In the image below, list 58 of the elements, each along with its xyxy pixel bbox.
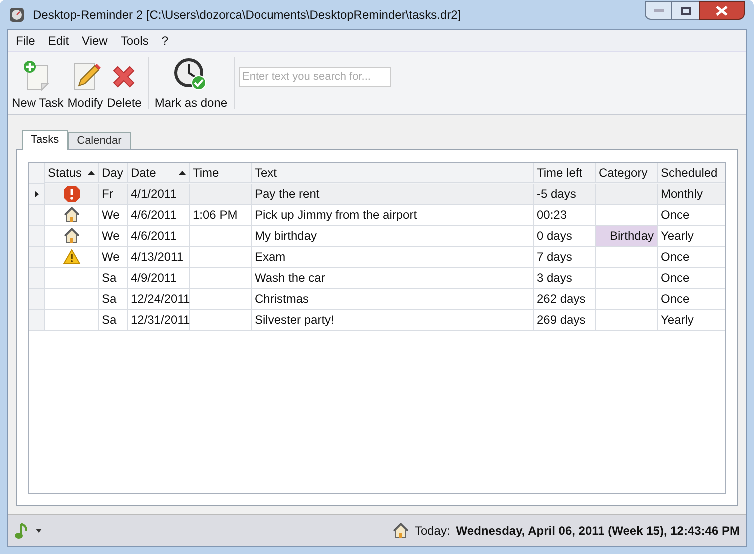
row-header-cell bbox=[29, 226, 45, 247]
row-header-cell bbox=[29, 205, 45, 226]
table-cell: Sa bbox=[99, 310, 128, 331]
menu-item[interactable]: View bbox=[77, 32, 113, 50]
column-header[interactable]: Time bbox=[190, 163, 252, 183]
tab[interactable]: Tasks bbox=[22, 130, 68, 150]
menu-item[interactable]: File bbox=[11, 32, 40, 50]
row-header-cell bbox=[29, 247, 45, 268]
toolbar-button[interactable]: Modify bbox=[66, 54, 106, 112]
menu-item[interactable]: Tools bbox=[116, 32, 154, 50]
toolbar-button[interactable]: New Task bbox=[10, 54, 66, 112]
task-row[interactable]: Sa 4/9/2011 Wash the car 3 days Once bbox=[29, 268, 725, 289]
maximize-button[interactable] bbox=[672, 1, 699, 20]
house-icon bbox=[64, 207, 80, 223]
table-cell bbox=[596, 310, 658, 331]
row-header-cell bbox=[29, 310, 45, 331]
table-cell bbox=[45, 310, 99, 331]
house-icon bbox=[64, 228, 80, 244]
table-cell: 12/31/2011 bbox=[128, 310, 190, 331]
table-cell: Yearly bbox=[658, 310, 725, 331]
table-cell: 269 days bbox=[534, 310, 596, 331]
column-header[interactable]: Scheduled bbox=[658, 163, 725, 183]
task-row[interactable]: Sa 12/31/2011 Silvester party! 269 days Yearly bbox=[29, 310, 725, 331]
warning-icon bbox=[62, 249, 80, 265]
window-title: Desktop-Reminder 2 [C:\Users\dozorca\Documents\DesktopReminder\tasks.dr2] bbox=[33, 7, 462, 24]
column-header[interactable]: Text bbox=[252, 163, 534, 183]
dropdown-caret-icon[interactable] bbox=[36, 528, 42, 532]
toolbar-button[interactable]: Mark as done bbox=[152, 54, 230, 112]
column-header[interactable]: Date bbox=[128, 163, 190, 183]
current-row-icon bbox=[34, 190, 38, 198]
menu-item[interactable]: Edit bbox=[43, 32, 74, 50]
menu-item[interactable]: ? bbox=[156, 32, 174, 50]
today-label: Today: bbox=[414, 522, 450, 540]
task-row[interactable]: We 4/6/2011 My birthday 0 days Birthday Yearly bbox=[29, 226, 725, 247]
search-field[interactable]: Enter text you search for... bbox=[238, 67, 391, 87]
today-value: Wednesday, April 06, 2011 (Week 15), 12:43:46 PM bbox=[456, 522, 740, 540]
row-header-cell bbox=[29, 268, 45, 289]
task-row[interactable]: Fr 4/1/2011 Pay the rent -5 days Monthly bbox=[29, 184, 725, 205]
table-cell: Birthday bbox=[596, 226, 658, 247]
house-icon bbox=[392, 522, 409, 538]
close-icon bbox=[716, 6, 728, 16]
toolbar-button[interactable]: Delete bbox=[105, 54, 144, 112]
clock-check-icon bbox=[174, 58, 208, 92]
table-cell: Silvester party! bbox=[252, 310, 534, 331]
column-header[interactable]: Day bbox=[99, 163, 128, 183]
close-button[interactable] bbox=[699, 1, 745, 20]
column-header[interactable]: Category bbox=[596, 163, 658, 183]
clock-app-icon bbox=[9, 7, 25, 23]
tab[interactable]: Calendar bbox=[68, 132, 131, 149]
table-cell bbox=[190, 310, 252, 331]
row-header-cell bbox=[29, 289, 45, 310]
minimize-button[interactable] bbox=[645, 1, 672, 20]
task-row[interactable]: Sa 12/24/2011 Christmas 262 days Once bbox=[29, 289, 725, 310]
column-header[interactable]: Time left bbox=[534, 163, 596, 183]
task-row[interactable]: We 4/6/2011 1:06 PM Pick up Jimmy from the airport 00:23 Once bbox=[29, 205, 725, 226]
task-row[interactable]: We 4/13/2011 Exam 7 days Once bbox=[29, 247, 725, 268]
column-header[interactable]: Status bbox=[45, 163, 99, 183]
error-icon bbox=[62, 185, 80, 203]
